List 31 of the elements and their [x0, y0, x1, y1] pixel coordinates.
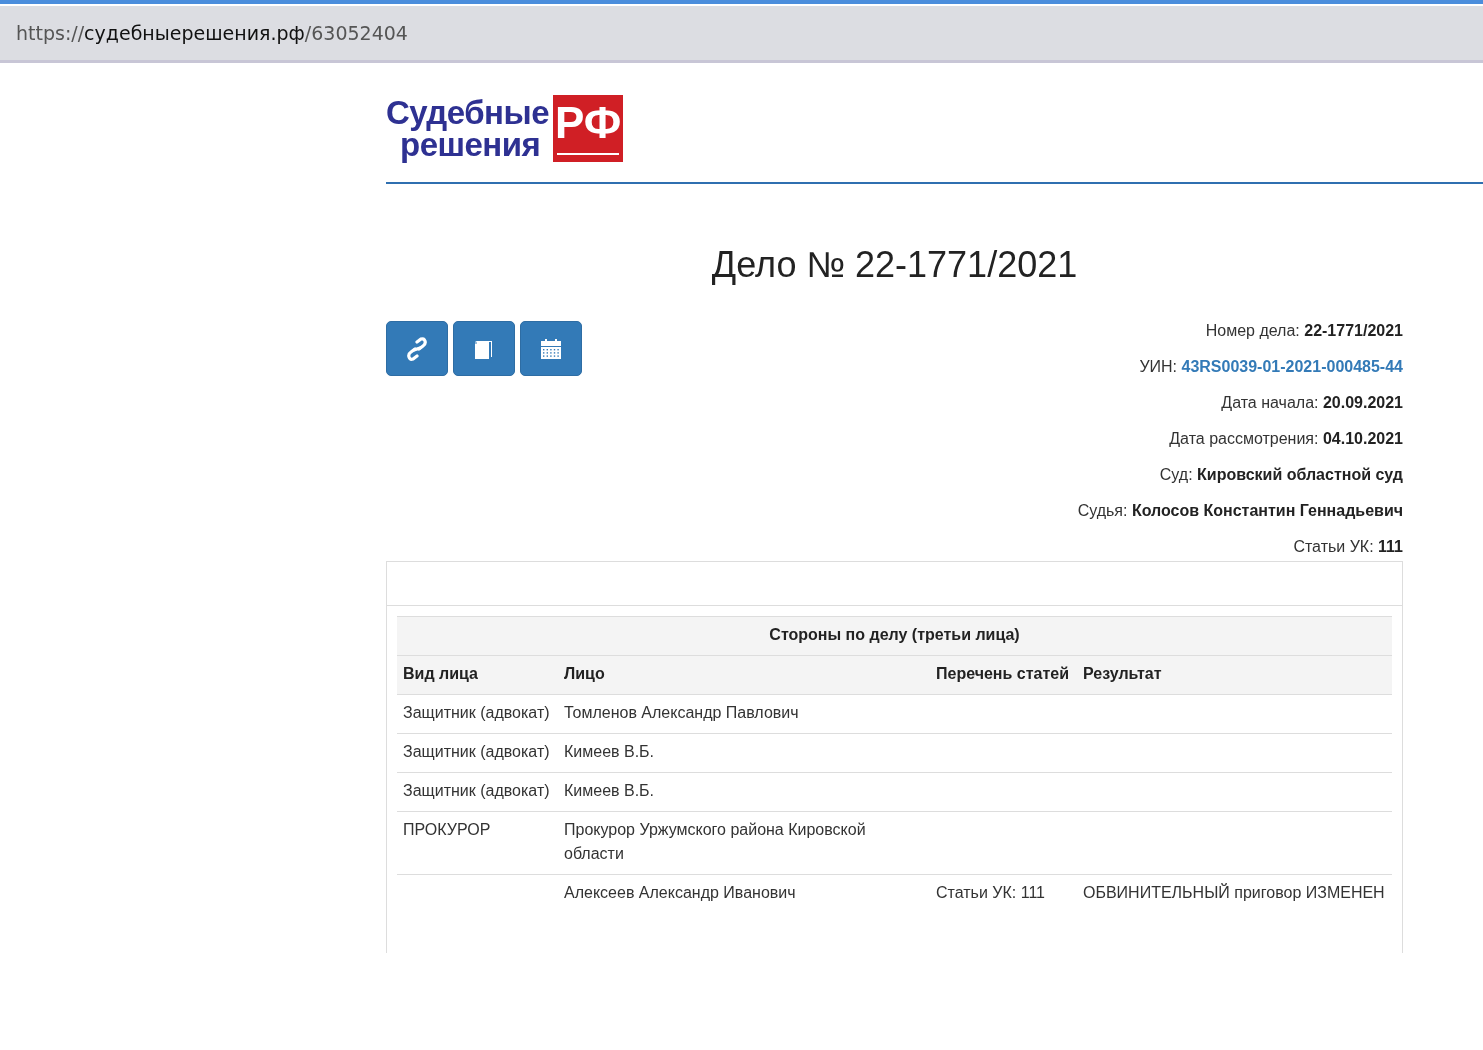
case-info-line: Дата рассмотрения: 04.10.2021	[1168, 429, 1403, 449]
table-cell: Защитник (адвокат)	[403, 743, 550, 760]
calendar-icon	[540, 337, 562, 360]
table-caption: Стороны по делу (третьи лица)	[397, 616, 1392, 656]
column-header: Вид лица	[397, 655, 558, 695]
case-info-line: УИН: 43RS0039-01-2021-000485-44	[1138, 357, 1403, 377]
table-cell: Защитник (адвокат)	[403, 704, 550, 721]
table-cell: Алексеев Александр Иванович	[564, 884, 796, 901]
link-button[interactable]	[386, 321, 448, 376]
table-cell: Статьи УК: 111	[936, 884, 1045, 901]
table-cell: ОБВИНИТЕЛЬНЫЙ приговор ИЗМЕНЕН	[1083, 884, 1385, 901]
table-cell: Кимеев В.Б.	[564, 743, 655, 760]
address-bar[interactable]: https://судебныерешения.рф/63052404	[0, 6, 1483, 63]
column-header: Результат	[1077, 655, 1392, 695]
column-header: Лицо	[558, 655, 930, 695]
url-text: https://судебныерешения.рф/63052404	[16, 22, 408, 44]
calendar-button[interactable]	[520, 321, 582, 376]
case-info-line: Номер дела: 22-1771/2021	[1204, 321, 1403, 341]
case-info-line: Судья: Колосов Константин Геннадьевич	[1077, 501, 1403, 521]
case-info-line: Статьи УК: 111	[1292, 537, 1403, 557]
book-button[interactable]	[453, 321, 515, 376]
table-cell: Кимеев В.Б.	[564, 782, 655, 799]
case-info-line: Дата начала: 20.09.2021	[1220, 393, 1403, 413]
table-cell: Томленов Александр Павлович	[564, 704, 799, 721]
table-cell: Прокурор Уржумского района Кировской области	[564, 821, 866, 862]
chain-link-icon	[406, 336, 428, 361]
table-cell: ПРОКУРОР	[403, 821, 491, 838]
column-header: Перечень статей	[930, 655, 1077, 695]
case-title: Дело № 22-1771/2021	[710, 244, 1079, 286]
case-info-line: Суд: Кировский областной суд	[1158, 465, 1403, 485]
table-cell: Защитник (адвокат)	[403, 782, 550, 799]
